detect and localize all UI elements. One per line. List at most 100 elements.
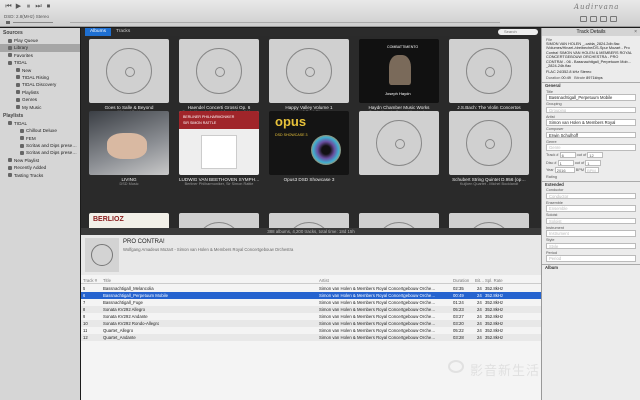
- sidebar-item[interactable]: Favorites: [0, 52, 80, 59]
- album-tile[interactable]: [269, 213, 349, 228]
- sidebar-item[interactable]: TIDAL Rising: [0, 74, 80, 81]
- col-title[interactable]: Title: [103, 277, 111, 284]
- pause-icon[interactable]: ⏸: [24, 2, 33, 11]
- album-tile[interactable]: [179, 213, 259, 228]
- sidebar-item[interactable]: Playlists: [0, 89, 80, 96]
- album-tile[interactable]: Schubert String Quintet D.956 (op… Kuijke…: [449, 111, 529, 186]
- album-tile[interactable]: COMBATTIMENTO Joseph Haydn Haydn Chamber M…: [359, 39, 439, 114]
- cell-rate: 352.8kHz: [485, 293, 504, 298]
- track-info-icon[interactable]: [580, 16, 587, 22]
- player-toolbar: ⏮ ▶ ⏸ ⏭ ⏹ DSD: 2.8(MHz) Stereo Audirvana: [0, 0, 640, 27]
- album-tile[interactable]: [359, 213, 439, 228]
- album-tile[interactable]: [359, 111, 439, 177]
- artist-field[interactable]: Simon van Holen & Members Royal: [546, 119, 636, 126]
- bpm-field[interactable]: BPM: [585, 167, 600, 174]
- year-field[interactable]: 2016: [554, 167, 575, 174]
- table-row[interactable]: 11 Quartet_Allegro Simon van Holen & Membe…: [81, 327, 541, 334]
- col-bits[interactable]: Bit…: [475, 277, 484, 284]
- period-field[interactable]: Period: [546, 255, 636, 262]
- table-row[interactable]: 5 Bassnachtigall_Melancolia Simon van Hole…: [81, 285, 541, 292]
- tab-tracks[interactable]: Tracks: [111, 28, 135, 36]
- col-duration[interactable]: Duration: [453, 277, 469, 284]
- table-row[interactable]: 7 Bassnachtigall_Fuge Simon van Holen & Me…: [81, 299, 541, 306]
- play-icon[interactable]: ▶: [14, 2, 23, 11]
- stop-icon[interactable]: ⏹: [44, 2, 53, 11]
- disc-number-field[interactable]: 1: [557, 159, 574, 166]
- cell-rate: 352.8kHz: [485, 328, 504, 333]
- album-tile[interactable]: J.S.Bach: The Violin Concertos: [449, 39, 529, 110]
- sidebar-item[interactable]: Library: [0, 44, 80, 52]
- search-input[interactable]: [498, 29, 538, 35]
- table-row[interactable]: 10 Sonata KV292 Rondo-Allegro Simon van Ho…: [81, 320, 541, 327]
- album-tile[interactable]: opus DSD SHOWCASE 3 Opus3 DSD Showcase 3: [269, 111, 349, 182]
- settings-icon[interactable]: [610, 16, 617, 22]
- instrument-field[interactable]: Instrument: [546, 230, 636, 237]
- sidebar-item[interactable]: TIDAL: [0, 59, 80, 66]
- sidebar-item[interactable]: My Music: [0, 104, 80, 111]
- cell-artist: Simon van Holen & Members Royal Concertg…: [319, 328, 436, 333]
- next-icon[interactable]: ⏭: [34, 2, 43, 11]
- progress-bar[interactable]: [70, 22, 500, 23]
- album-cover[interactable]: [179, 213, 259, 228]
- grid-view-icon[interactable]: [600, 16, 607, 22]
- sidebar-item[interactable]: Scritas and Dips prese…: [0, 142, 80, 149]
- col-rate[interactable]: Spl. Rate: [485, 277, 503, 284]
- album-cover[interactable]: BERLINER PHILHARMONIKER SIR SIMON RATTLE: [179, 111, 259, 175]
- style-field[interactable]: Style: [546, 242, 636, 250]
- album-cover[interactable]: [269, 213, 349, 228]
- col-track-no[interactable]: Track #: [83, 277, 97, 284]
- sidebar-item[interactable]: Play Queue: [0, 37, 80, 44]
- album-cover[interactable]: COMBATTIMENTO Joseph Haydn: [359, 39, 439, 103]
- album-tile[interactable]: BERLINER PHILHARMONIKER SIR SIMON RATTLE L…: [179, 111, 259, 186]
- album-cover[interactable]: opus DSD SHOWCASE 3: [269, 111, 349, 175]
- sidebar-item[interactable]: Chillout Deluxe: [0, 127, 80, 134]
- genre-field[interactable]: Genre: [546, 144, 636, 151]
- table-row[interactable]: 8 Sonata KV292 Allegro Simon van Holen & M…: [81, 306, 541, 313]
- album-tile[interactable]: Happy Valley Volume 1Inner & Peak Sitary: [269, 39, 349, 114]
- soloist-field[interactable]: Soloist: [546, 217, 636, 225]
- album-cover[interactable]: [449, 39, 529, 103]
- close-icon[interactable]: ×: [634, 28, 637, 36]
- album-cover[interactable]: [269, 39, 349, 103]
- sidebar-item[interactable]: Scritas and Dips prese…: [0, 149, 80, 156]
- album-cover[interactable]: [89, 39, 169, 103]
- tab-albums[interactable]: Albums: [85, 28, 111, 36]
- album-tile[interactable]: LIVING DSD Music: [89, 111, 169, 186]
- ensemble-field[interactable]: Ensemble: [546, 205, 636, 212]
- cell-artist: Simon van Holen & Members Royal Concertg…: [319, 335, 436, 340]
- album-cover[interactable]: [179, 39, 259, 103]
- library-status: 388 albums, 4,200 tracks, total time: 18…: [81, 228, 541, 235]
- list-view-icon[interactable]: [590, 16, 597, 22]
- title-field[interactable]: Bassnachtigall_Perpetuum Mobile: [546, 94, 636, 101]
- prev-icon[interactable]: ⏮: [4, 2, 13, 11]
- table-row[interactable]: 9 Sonata KV292 Andante Simon van Holen & M…: [81, 313, 541, 320]
- composer-field[interactable]: Erwin Schulhoff: [546, 131, 636, 139]
- sidebar-item[interactable]: FEM: [0, 135, 80, 142]
- conductor-field[interactable]: Conductor: [546, 192, 636, 200]
- disc-total-field[interactable]: 1: [585, 159, 602, 166]
- sidebar-item[interactable]: Tasting Tracks: [0, 172, 80, 179]
- album-cover[interactable]: [449, 111, 529, 175]
- album-cover[interactable]: [359, 111, 439, 175]
- col-artist[interactable]: Artist: [319, 277, 329, 284]
- table-row[interactable]: 6 Bassnachtigall_Perpetuum Mobile Simon va…: [81, 292, 541, 299]
- sidebar-item[interactable]: New Playlist: [0, 157, 80, 164]
- sidebar-item[interactable]: TIDAL Discovery: [0, 81, 80, 88]
- grouping-field[interactable]: Grouping: [546, 106, 636, 114]
- sidebar-item[interactable]: TIDAL: [0, 120, 80, 127]
- album-cover[interactable]: BERLIOZ: [89, 213, 169, 228]
- album-cover[interactable]: [449, 213, 529, 228]
- sidebar-item[interactable]: New: [0, 67, 80, 74]
- sidebar-item[interactable]: Recently Added: [0, 164, 80, 171]
- album-cover[interactable]: [89, 111, 169, 175]
- track-number-field[interactable]: 6: [559, 152, 576, 159]
- album-tile[interactable]: [449, 213, 529, 228]
- table-row[interactable]: 12 Quartet_Andante Simon van Holen & Membe…: [81, 334, 541, 341]
- volume-slider[interactable]: [13, 22, 53, 23]
- album-tile[interactable]: BERLIOZ: [89, 213, 169, 228]
- album-cover[interactable]: [359, 213, 439, 228]
- album-tile[interactable]: Haendel Concerti Grossi Op. 6Combattimen…: [179, 39, 259, 114]
- sidebar-item[interactable]: Genres: [0, 96, 80, 103]
- track-total-field[interactable]: 12: [587, 152, 604, 159]
- album-tile[interactable]: Goes to Salle & BeyondMichael Geist: [89, 39, 169, 114]
